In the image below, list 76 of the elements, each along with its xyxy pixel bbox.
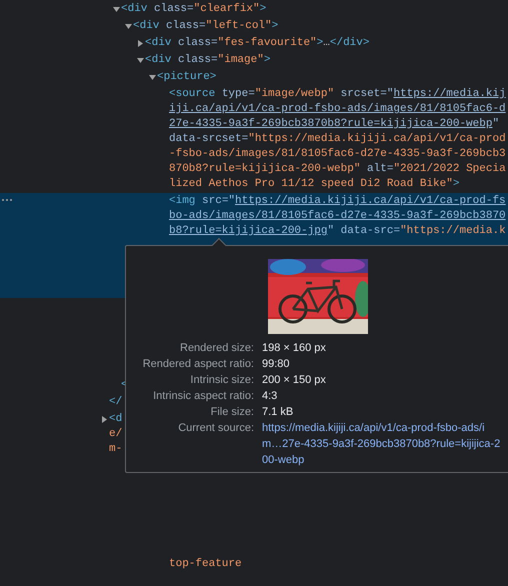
- attribute-value: 870b8?rule=kijijica-200-webp": [169, 163, 360, 175]
- attribute-text: alt: [366, 163, 387, 175]
- attribute-value: "clearfix": [194, 3, 260, 15]
- source-link[interactable]: https://media.kijiji.ca/api/v1/ca-prod-fsbo-ads/im…27e-4335-9a3f-269bcb3870b8?rule=kijijica-200-webp: [262, 420, 501, 468]
- property-label: Current source:: [177, 421, 254, 436]
- attribute-text: =: [248, 88, 255, 100]
- attribute-text: =": [380, 88, 394, 100]
- attribute-text: =: [199, 20, 206, 32]
- attribute-value: "https://media.k: [400, 225, 506, 237]
- tag-text: <div: [133, 20, 160, 32]
- property-label: Rendered size:: [179, 341, 254, 356]
- attribute-value: lized Aethos Pro 11/12 speed Di2 Road Bike": [169, 178, 453, 190]
- tag-text: >: [260, 3, 266, 15]
- tag-text: >: [272, 20, 278, 32]
- property-value: 99:80: [262, 357, 291, 372]
- expand-arrow-icon[interactable]: [137, 40, 144, 47]
- attribute-text: =: [187, 3, 194, 15]
- tag-text: <d: [109, 413, 122, 425]
- attribute-text: ": [492, 118, 500, 130]
- property-label: Intrinsic size:: [189, 373, 254, 388]
- attribute-text: =: [211, 54, 218, 66]
- attribute-text: ": [327, 225, 334, 237]
- attribute-text: class: [165, 20, 200, 32]
- attribute-text: srcset: [340, 88, 380, 100]
- property-label: Rendered aspect ratio:: [142, 357, 254, 372]
- expand-arrow-icon[interactable]: [101, 416, 108, 423]
- collapse-arrow-icon[interactable]: [149, 74, 156, 81]
- attribute-text: =: [386, 163, 394, 175]
- property-value: 200 × 150 px: [262, 373, 327, 388]
- attribute-text: =: [393, 225, 400, 237]
- url-link[interactable]: 27e-4335-9a3f-269bcb3870b8?rule=kijijica-200-webp: [169, 118, 492, 130]
- attribute-text: class: [177, 54, 212, 66]
- tag-text: <div: [145, 37, 172, 49]
- property-value: 7.1 kB: [262, 405, 294, 420]
- tag-text: >: [452, 178, 460, 190]
- tag-text: <picture>: [157, 71, 216, 83]
- tag-text: <img: [169, 195, 196, 207]
- attribute-text: =: [211, 37, 218, 49]
- url-link[interactable]: https://media.kij: [393, 88, 506, 100]
- url-link[interactable]: bo-ads/images/81/8105fac6-d27e-4335-9a3f-269bcb3870: [169, 210, 506, 222]
- attribute-text: data-src: [340, 225, 394, 237]
- attribute-text: =: [242, 133, 248, 145]
- attribute-value: e/: [109, 428, 122, 440]
- attribute-value: "https://media.kijiji.ca/api/v1/ca-prod: [248, 133, 506, 145]
- attribute-value: "2021/2022 Specia: [393, 163, 506, 175]
- attribute-text: data-srcset: [169, 133, 242, 145]
- url-link[interactable]: iji.ca/api/v1/ca-prod-fsbo-ads/images/81/8105fac6-d: [169, 103, 506, 115]
- attribute-value: -fsbo-ads/images/81/8105fac6-d27e-4335-9a3f-269bcb3: [169, 148, 506, 160]
- attribute-value: "fes-favourite": [218, 37, 317, 49]
- property-label: File size:: [210, 405, 254, 420]
- url-link[interactable]: b8?rule=kijijica-200-jpg: [169, 225, 328, 237]
- tag-text: <div: [145, 54, 172, 66]
- attribute-value: m-: [109, 443, 122, 455]
- attribute-text: class: [177, 37, 212, 49]
- collapse-arrow-icon[interactable]: [113, 6, 120, 13]
- property-value: 4:3: [262, 389, 278, 404]
- tag-text: </: [109, 396, 122, 408]
- tag-text: </div>: [330, 37, 370, 49]
- attribute-text: class: [153, 3, 188, 15]
- ellipsis-text: …: [323, 37, 330, 49]
- attribute-value: "image": [218, 54, 264, 66]
- attribute-text: src: [201, 195, 222, 207]
- attribute-value: top-feature: [169, 558, 242, 570]
- collapse-arrow-icon[interactable]: [125, 23, 132, 30]
- property-label: Intrinsic aspect ratio:: [152, 389, 254, 404]
- attribute-value: "image/webp": [254, 88, 334, 100]
- collapse-arrow-icon[interactable]: [137, 57, 144, 64]
- property-value: 198 × 160 px: [262, 341, 327, 356]
- tag-text: <source: [169, 88, 216, 100]
- tag-text: >: [264, 54, 270, 66]
- tag-text: >: [316, 37, 324, 49]
- attribute-value: "left-col": [206, 20, 272, 32]
- tag-text: <div: [121, 3, 148, 15]
- attribute-text: =": [222, 195, 236, 207]
- url-link[interactable]: https://media.kijiji.ca/api/v1/ca-prod-fs: [235, 195, 506, 207]
- attribute-text: type: [220, 88, 248, 100]
